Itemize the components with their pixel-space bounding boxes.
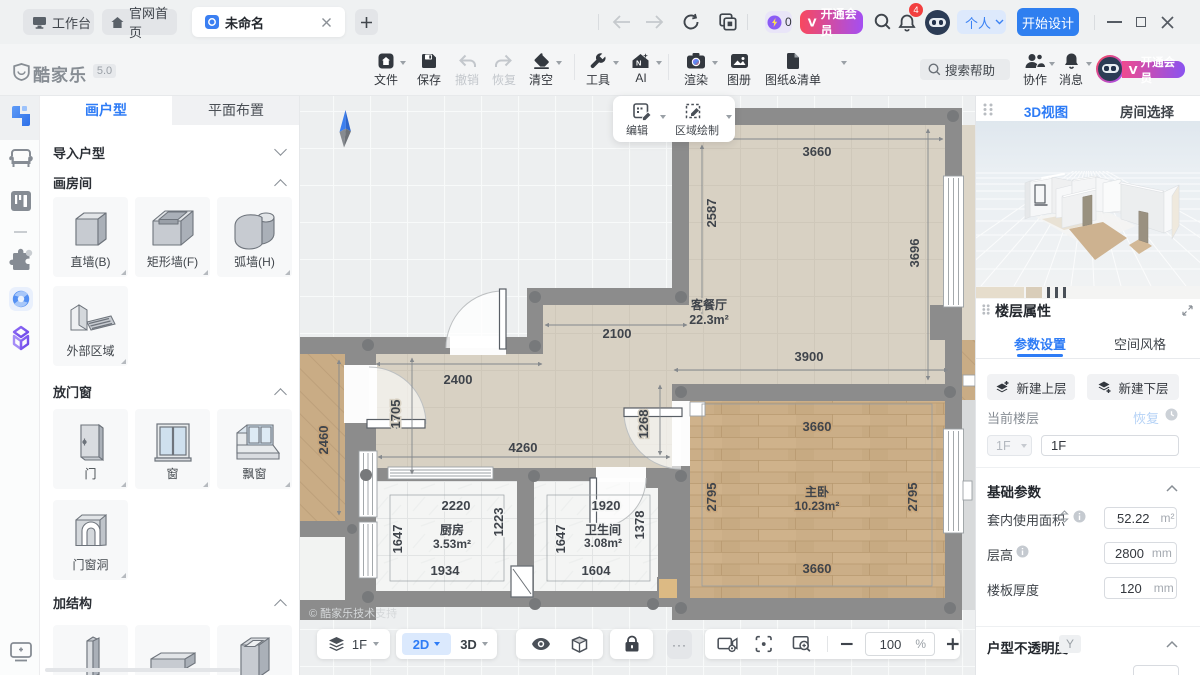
svg-text:2587: 2587	[704, 199, 719, 228]
svg-text:1604: 1604	[582, 563, 612, 578]
svg-text:1934: 1934	[431, 563, 461, 578]
svg-text:1647: 1647	[553, 525, 568, 554]
svg-text:2795: 2795	[905, 483, 920, 512]
svg-text:2795: 2795	[704, 483, 719, 512]
svg-text:2400: 2400	[444, 372, 473, 387]
svg-text:3.53m²: 3.53m²	[433, 537, 471, 551]
svg-text:厨房: 厨房	[440, 522, 464, 537]
svg-text:卫生间: 卫生间	[585, 522, 621, 537]
svg-text:4260: 4260	[509, 440, 538, 455]
svg-text:3696: 3696	[907, 239, 922, 268]
svg-text:3900: 3900	[795, 349, 824, 364]
svg-text:3660: 3660	[803, 419, 832, 434]
svg-text:3660: 3660	[803, 144, 832, 159]
svg-text:© 酷家乐技术支持: © 酷家乐技术支持	[309, 606, 397, 620]
svg-text:3660: 3660	[803, 561, 832, 576]
svg-text:22.3m²: 22.3m²	[689, 313, 729, 327]
svg-text:1920: 1920	[592, 498, 621, 513]
svg-text:1378: 1378	[632, 511, 647, 540]
svg-text:1268: 1268	[636, 410, 651, 439]
svg-text:2100: 2100	[603, 326, 632, 341]
svg-text:N: N	[636, 59, 641, 68]
svg-text:客餐厅: 客餐厅	[690, 297, 727, 312]
svg-text:10.23m²: 10.23m²	[795, 499, 840, 513]
svg-text:1223: 1223	[491, 508, 506, 537]
svg-text:2220: 2220	[442, 498, 471, 513]
svg-text:2460: 2460	[316, 426, 331, 455]
svg-text:1705: 1705	[388, 400, 403, 429]
svg-text:主卧: 主卧	[805, 484, 829, 499]
svg-text:3.08m²: 3.08m²	[584, 536, 622, 550]
svg-text:1647: 1647	[390, 525, 405, 554]
